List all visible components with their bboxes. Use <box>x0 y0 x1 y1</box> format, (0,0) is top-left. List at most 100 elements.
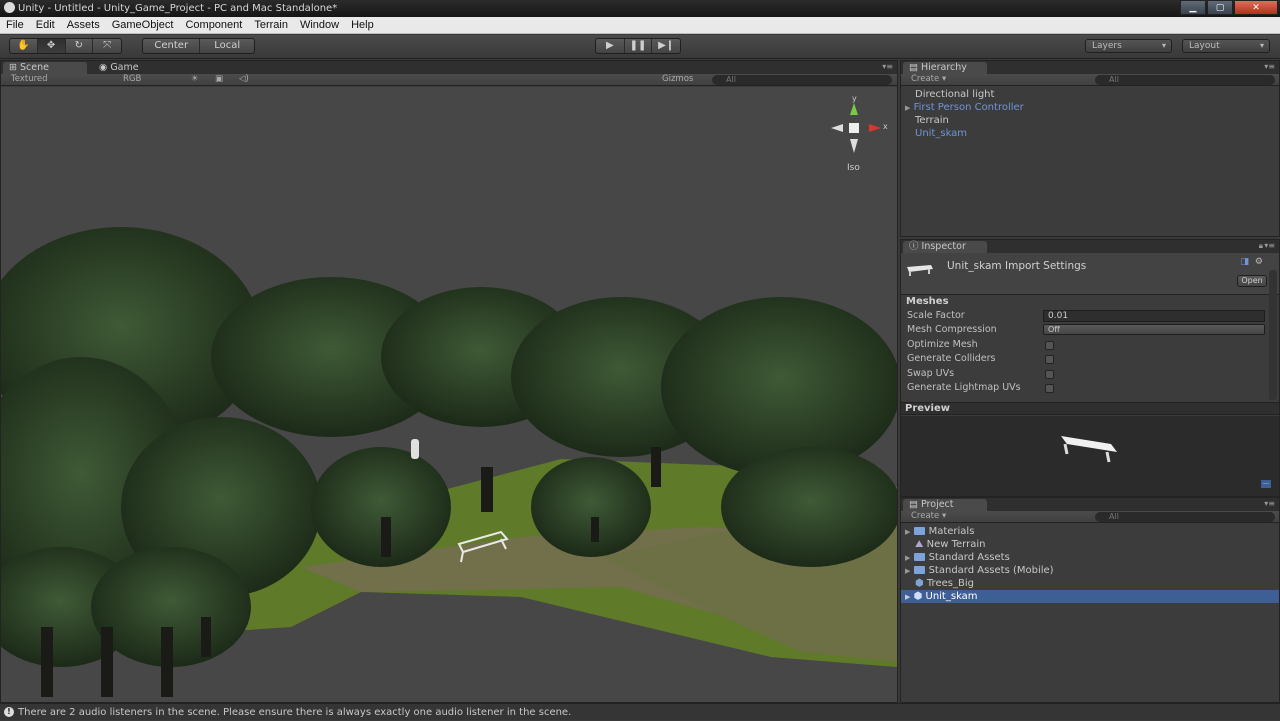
unity-logo-icon <box>4 2 15 13</box>
open-button[interactable]: Open <box>1237 275 1267 287</box>
project-item-label: Unit_skam <box>925 591 978 602</box>
panel-menu-icon[interactable]: ▾≡ <box>1264 499 1275 508</box>
project-item[interactable]: ⬢ Trees_Big <box>901 577 1279 590</box>
lighting-toggle-icon[interactable]: ☀ <box>191 74 199 85</box>
project-create-dropdown[interactable]: Create ▾ <box>911 511 946 522</box>
scale-factor-label: Scale Factor <box>907 310 965 321</box>
pivot-toggles: Center Local <box>142 38 255 54</box>
scale-factor-input[interactable]: 0.01 <box>1043 310 1265 322</box>
menu-terrain[interactable]: Terrain <box>248 19 294 31</box>
rotate-tool-icon[interactable]: ↻ <box>66 39 94 53</box>
hierarchy-controlbar: Create ▾ All <box>901 74 1279 86</box>
menu-assets[interactable]: Assets <box>61 19 106 31</box>
layers-dropdown[interactable]: Layers <box>1085 39 1172 53</box>
layout-dropdown[interactable]: Layout <box>1182 39 1270 53</box>
project-item-label: Trees_Big <box>926 578 974 589</box>
scene-fx-toggle-icon[interactable]: ▣ <box>215 74 223 85</box>
playback-controls: ▶ ❚❚ ▶❙ <box>595 38 681 54</box>
projection-label[interactable]: Iso <box>847 163 860 173</box>
project-item[interactable]: ▶ Materials <box>901 525 1279 538</box>
generate-colliders-label: Generate Colliders <box>907 353 996 364</box>
panel-menu-icon[interactable]: ▾≡ <box>882 62 893 71</box>
draw-mode-dropdown[interactable]: Textured <box>11 74 111 85</box>
swap-uvs-checkbox[interactable] <box>1045 370 1054 379</box>
project-item[interactable]: ▶ Standard Assets (Mobile) <box>901 564 1279 577</box>
tab-scene-label: Scene <box>19 62 49 73</box>
render-mode-dropdown[interactable]: RGB <box>123 74 178 85</box>
lock-icon[interactable]: 🔒︎ <box>1259 241 1263 251</box>
pivot-local-button[interactable]: Local <box>200 39 254 53</box>
expand-arrow-icon[interactable]: ▶ <box>905 567 910 575</box>
status-bar[interactable]: ! There are 2 audio listeners in the sce… <box>0 703 1280 720</box>
inspector-panel: ⓘ Inspector 🔒︎ ▾≡ Unit_skam Import Setti… <box>900 239 1280 497</box>
generate-colliders-checkbox[interactable] <box>1045 355 1054 364</box>
preview-area[interactable]: … <box>901 416 1279 496</box>
project-item-label: Materials <box>928 526 975 537</box>
step-icon[interactable]: ▶❙ <box>652 39 680 53</box>
hierarchy-search-input[interactable]: All <box>1095 75 1275 85</box>
prefab-icon: ⬢ <box>915 578 924 589</box>
inspector-row: Optimize Mesh <box>907 338 1265 352</box>
mesh-compression-label: Mesh Compression <box>907 324 997 335</box>
tab-inspector[interactable]: ⓘ Inspector <box>903 241 987 253</box>
preview-settings-icon[interactable]: … <box>1261 480 1271 488</box>
pivot-center-button[interactable]: Center <box>143 39 201 53</box>
gizmos-dropdown[interactable]: Gizmos <box>662 74 693 85</box>
hand-tool-icon[interactable]: ✋ <box>10 39 38 53</box>
generate-lightmap-uvs-checkbox[interactable] <box>1045 384 1054 393</box>
hierarchy-item[interactable]: Unit_skam <box>901 127 1279 140</box>
expand-arrow-icon[interactable]: ▶ <box>905 528 910 536</box>
menu-window[interactable]: Window <box>294 19 345 31</box>
gear-icon[interactable]: ⚙ <box>1255 257 1263 267</box>
move-tool-icon[interactable]: ✥ <box>37 39 66 53</box>
minimize-icon[interactable]: ▁ <box>1180 0 1206 15</box>
scale-tool-icon[interactable]: ⤧ <box>93 39 121 53</box>
menu-gameobject[interactable]: GameObject <box>106 19 180 31</box>
expand-arrow-icon[interactable]: ▶ <box>905 593 910 601</box>
inspector-header: Unit_skam Import Settings ◨ ⚙ Open <box>901 253 1279 295</box>
audio-toggle-icon[interactable]: ◁) <box>239 74 249 85</box>
warning-icon: ! <box>4 707 14 717</box>
preview-header[interactable]: Preview <box>901 402 1279 415</box>
project-item[interactable]: ⛰ New Terrain <box>901 538 1279 551</box>
hierarchy-create-dropdown[interactable]: Create ▾ <box>911 74 946 85</box>
close-icon[interactable]: ✕ <box>1234 0 1278 15</box>
help-icon[interactable]: ◨ <box>1240 257 1249 267</box>
pause-icon[interactable]: ❚❚ <box>625 39 653 53</box>
tab-hierarchy[interactable]: ▤ Hierarchy <box>903 62 987 74</box>
menu-component[interactable]: Component <box>179 19 248 31</box>
expand-arrow-icon[interactable]: ▶ <box>905 554 910 562</box>
project-item[interactable]: ▶ ⬢ Unit_skam <box>901 590 1279 603</box>
project-create-label: Create <box>911 511 940 521</box>
project-search-input[interactable]: All <box>1095 512 1275 522</box>
scene-viewport[interactable]: y x Iso <box>1 87 897 702</box>
panel-menu-icon[interactable]: ▾≡ <box>1264 62 1275 71</box>
tab-scene[interactable]: ⊞ Scene <box>3 62 87 74</box>
preview-label: Preview <box>905 403 951 414</box>
optimize-mesh-checkbox[interactable] <box>1045 341 1054 350</box>
generate-lightmap-uvs-label: Generate Lightmap UVs <box>907 382 1021 393</box>
inspector-row: Swap UVs <box>907 367 1265 381</box>
hierarchy-item[interactable]: ▶ First Person Controller <box>901 101 1279 114</box>
play-icon[interactable]: ▶ <box>596 39 625 53</box>
hierarchy-item[interactable]: Terrain <box>901 114 1279 127</box>
panel-menu-icon[interactable]: ▾≡ <box>1264 241 1275 250</box>
project-item[interactable]: ▶ Standard Assets <box>901 551 1279 564</box>
mesh-compression-dropdown[interactable]: Off <box>1043 324 1265 335</box>
project-controlbar: Create ▾ All <box>901 511 1279 523</box>
scene-search-input[interactable]: All <box>712 75 892 85</box>
hierarchy-item-label: First Person Controller <box>913 102 1024 113</box>
expand-arrow-icon[interactable]: ▶ <box>905 104 910 112</box>
menu-help[interactable]: Help <box>345 19 380 31</box>
tab-game[interactable]: ◉ Game <box>93 62 163 74</box>
tab-game-label: Game <box>110 62 139 73</box>
menu-edit[interactable]: Edit <box>30 19 61 31</box>
folder-icon <box>913 527 925 535</box>
inspector-scrollbar[interactable] <box>1269 270 1277 400</box>
gizmo-x-label: x <box>883 122 888 131</box>
maximize-icon[interactable]: ▢ <box>1207 0 1233 15</box>
inspector-row: Mesh Compression Off <box>907 323 1265 337</box>
menu-file[interactable]: File <box>0 19 30 31</box>
tab-project[interactable]: ▤ Project <box>903 499 987 511</box>
hierarchy-item[interactable]: Directional light <box>901 88 1279 101</box>
